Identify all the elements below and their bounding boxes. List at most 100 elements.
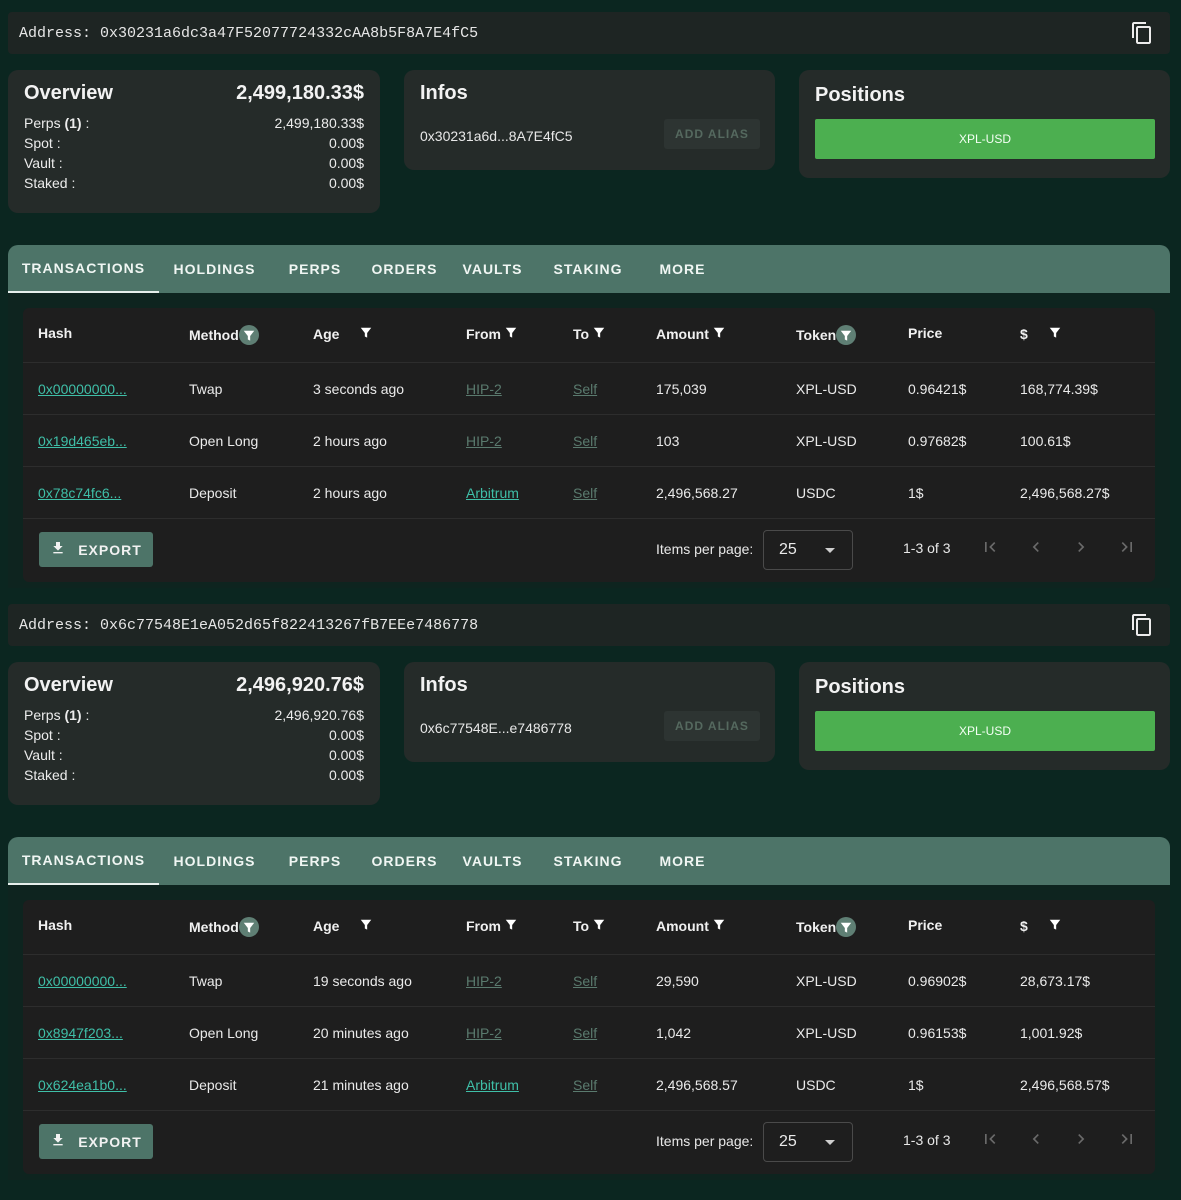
- add-alias-button[interactable]: ADD ALIAS: [664, 711, 760, 741]
- first-page-icon[interactable]: [980, 1129, 1000, 1149]
- items-per-page-value: 25: [779, 1133, 797, 1150]
- hash-link[interactable]: 0x00000000...: [38, 973, 127, 989]
- overview-row-perps: Perps (1) : 2,499,180.33$: [24, 113, 364, 133]
- filter-icon[interactable]: [504, 325, 519, 342]
- filter-icon[interactable]: [238, 917, 259, 937]
- age-cell: 3 seconds ago: [313, 381, 405, 397]
- column-label: $: [1020, 917, 1028, 934]
- tab-vaults[interactable]: VAULTS: [449, 837, 536, 885]
- tab-holdings[interactable]: HOLDINGS: [159, 837, 270, 885]
- price-cell: 0.96902$: [908, 973, 967, 989]
- tab-more[interactable]: MORE: [640, 245, 725, 293]
- filter-icon[interactable]: [592, 917, 607, 934]
- tab-holdings[interactable]: HOLDINGS: [159, 245, 270, 293]
- perps-label: Perps: [24, 115, 61, 131]
- from-link[interactable]: HIP-2: [466, 381, 502, 397]
- table-header: Hash Method Age From To Amount Token Price $: [23, 900, 1155, 955]
- tab-more[interactable]: MORE: [640, 837, 725, 885]
- items-per-page-select[interactable]: 25: [763, 1122, 853, 1162]
- column-label: Amount: [656, 325, 709, 342]
- staked-label: Staked :: [24, 767, 76, 783]
- filter-icon[interactable]: [836, 325, 857, 345]
- age-cell: 2 hours ago: [313, 485, 387, 501]
- filter-icon[interactable]: [238, 325, 259, 345]
- last-page-icon[interactable]: [1117, 537, 1137, 557]
- prev-page-icon[interactable]: [1026, 537, 1046, 557]
- overview-title: Overview: [24, 82, 113, 104]
- column-label: To: [573, 325, 590, 342]
- tab-perps[interactable]: PERPS: [270, 837, 360, 885]
- to-link[interactable]: Self: [573, 381, 597, 397]
- tab-staking[interactable]: STAKING: [536, 837, 640, 885]
- to-link[interactable]: Self: [573, 1077, 597, 1093]
- hash-link[interactable]: 0x00000000...: [38, 381, 127, 397]
- table-row: 0x624ea1b0... Deposit 21 minutes ago Arb…: [23, 1059, 1155, 1111]
- prev-page-icon[interactable]: [1026, 1129, 1046, 1149]
- tab-orders[interactable]: ORDERS: [360, 245, 449, 293]
- token-cell: XPL-USD: [796, 973, 857, 989]
- price-cell: 0.96153$: [908, 1025, 967, 1041]
- last-page-icon[interactable]: [1117, 1129, 1137, 1149]
- column-header-5: Amount: [656, 325, 727, 342]
- filter-icon[interactable]: [359, 917, 374, 934]
- perps-colon: :: [85, 115, 90, 131]
- to-link[interactable]: Self: [573, 973, 597, 989]
- tab-transactions[interactable]: TRANSACTIONS: [8, 837, 159, 885]
- overview-card: Overview 2,499,180.33$ Perps (1) : 2,499…: [8, 70, 380, 213]
- filter-icon[interactable]: [592, 325, 607, 342]
- column-header-6: Token: [796, 325, 857, 345]
- position-xpl-usd-button[interactable]: XPL-USD: [815, 119, 1155, 159]
- filter-icon[interactable]: [712, 917, 727, 934]
- tab-transactions[interactable]: TRANSACTIONS: [8, 245, 159, 293]
- hash-link[interactable]: 0x624ea1b0...: [38, 1077, 127, 1093]
- table-footer: EXPORT Items per page: 25 1-3 of 3: [23, 520, 1155, 582]
- copy-icon[interactable]: [1130, 21, 1154, 45]
- export-button[interactable]: EXPORT: [39, 1124, 153, 1159]
- next-page-icon[interactable]: [1071, 537, 1091, 557]
- copy-icon[interactable]: [1130, 613, 1154, 637]
- short-address: 0x30231a6d...8A7E4fC5: [420, 128, 573, 144]
- hash-link[interactable]: 0x8947f203...: [38, 1025, 123, 1041]
- filter-icon[interactable]: [1048, 325, 1063, 342]
- hash-link[interactable]: 0x19d465eb...: [38, 433, 127, 449]
- from-link[interactable]: HIP-2: [466, 973, 502, 989]
- column-label: Age: [313, 917, 340, 934]
- filter-icon[interactable]: [836, 917, 857, 937]
- filter-icon[interactable]: [712, 325, 727, 342]
- to-link[interactable]: Self: [573, 433, 597, 449]
- items-per-page-select[interactable]: 25: [763, 530, 853, 570]
- from-link[interactable]: HIP-2: [466, 1025, 502, 1041]
- overview-total: 2,496,920.76$: [236, 674, 364, 696]
- from-link[interactable]: HIP-2: [466, 433, 502, 449]
- transactions-panel: TRANSACTIONS HOLDINGS PERPS ORDERS VAULTS STA…: [8, 837, 1170, 1180]
- hash-link[interactable]: 0x78c74fc6...: [38, 485, 121, 501]
- filter-icon[interactable]: [504, 917, 519, 934]
- filter-icon[interactable]: [1048, 917, 1063, 934]
- tab-staking[interactable]: STAKING: [536, 245, 640, 293]
- tab-vaults[interactable]: VAULTS: [449, 245, 536, 293]
- age-cell: 19 seconds ago: [313, 973, 412, 989]
- position-xpl-usd-button[interactable]: XPL-USD: [815, 711, 1155, 751]
- from-link[interactable]: Arbitrum: [466, 485, 519, 501]
- add-alias-button[interactable]: ADD ALIAS: [664, 119, 760, 149]
- vault-value: 0.00$: [328, 155, 364, 171]
- amount-cell: 103: [656, 433, 680, 449]
- column-label: From: [466, 325, 501, 342]
- overview-row-spot: Spot : 0.00$: [24, 725, 364, 745]
- next-page-icon[interactable]: [1071, 1129, 1091, 1149]
- infos-title: Infos: [420, 674, 468, 696]
- tab-perps[interactable]: PERPS: [270, 245, 360, 293]
- column-header-1: Method: [189, 917, 259, 937]
- overview-total: 2,499,180.33$: [236, 82, 364, 104]
- export-button[interactable]: EXPORT: [39, 532, 153, 567]
- export-label: EXPORT: [78, 1133, 142, 1150]
- tab-orders[interactable]: ORDERS: [360, 837, 449, 885]
- to-link[interactable]: Self: [573, 485, 597, 501]
- first-page-icon[interactable]: [980, 537, 1000, 557]
- age-cell: 2 hours ago: [313, 433, 387, 449]
- filter-icon[interactable]: [359, 325, 374, 342]
- perps-count: (1): [64, 707, 82, 723]
- infos-card: Infos 0x6c77548E...e7486778 ADD ALIAS: [404, 662, 775, 762]
- from-link[interactable]: Arbitrum: [466, 1077, 519, 1093]
- to-link[interactable]: Self: [573, 1025, 597, 1041]
